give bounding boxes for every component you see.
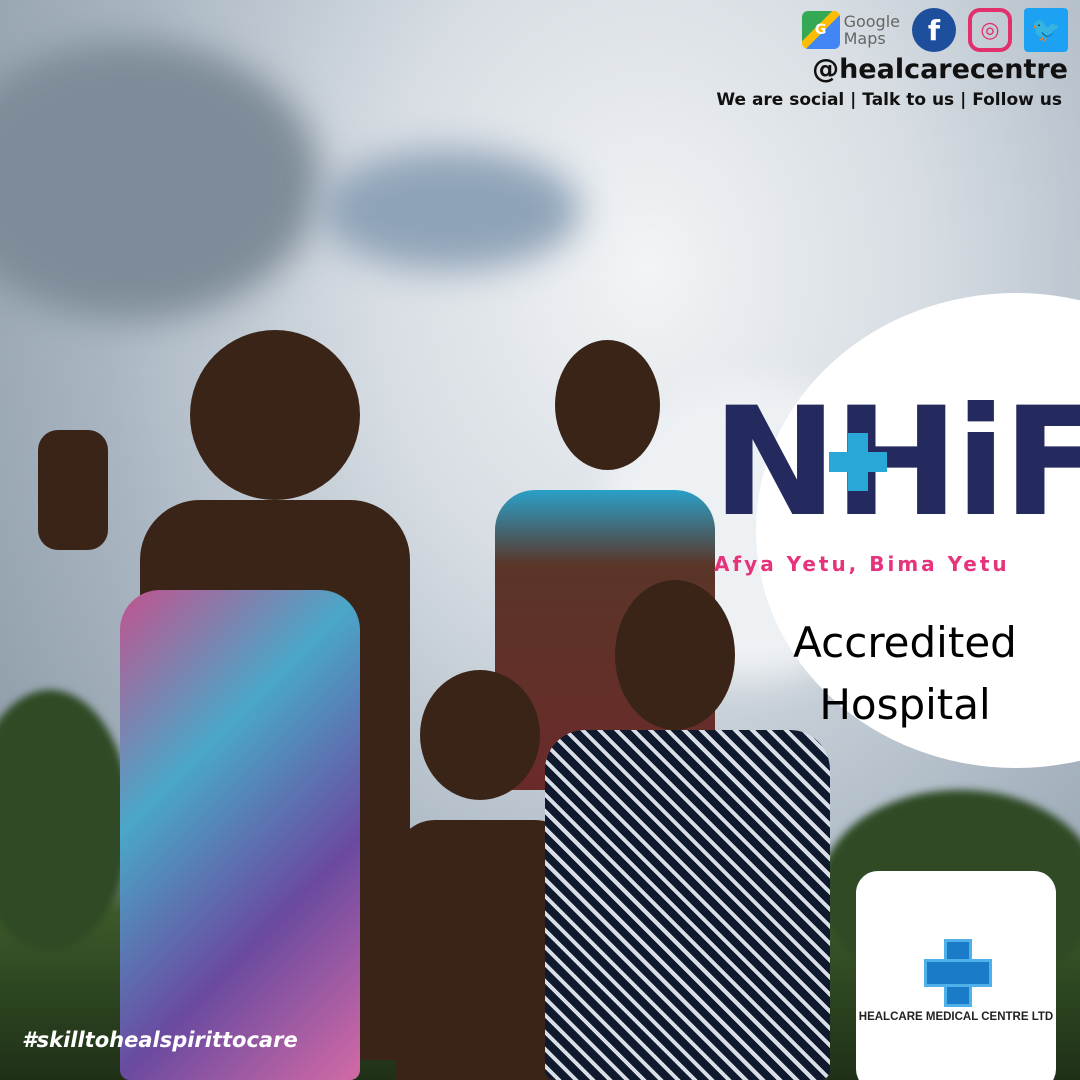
cloud — [320, 150, 580, 270]
accredited-line: Accredited — [793, 618, 1017, 667]
girl-head — [615, 580, 735, 730]
twitter-icon[interactable]: 🐦 — [1024, 8, 1068, 52]
nhif-plus-icon — [829, 433, 887, 491]
woman-wrap — [120, 590, 360, 1080]
cloud — [0, 40, 320, 320]
woman-head — [190, 330, 360, 500]
facebook-icon[interactable]: f — [912, 8, 956, 52]
instagram-icon[interactable]: ◎ — [968, 8, 1012, 52]
social-tagline: We are social | Talk to us | Follow us — [716, 90, 1062, 110]
social-bar: G Google Maps f ◎ 🐦 — [801, 8, 1068, 52]
medical-cross-icon — [924, 939, 992, 1007]
google-maps-icon: G — [801, 11, 840, 49]
nhif-logo: NHiF — [712, 376, 1080, 550]
woman-hand-phone — [38, 430, 108, 550]
poster: G Google Maps f ◎ 🐦 @healcarecentre We a… — [0, 0, 1080, 1080]
hashtag: #skilltohealspirittocare — [22, 1028, 298, 1052]
small-boy-head — [420, 670, 540, 800]
maps-label-google: Google — [843, 12, 900, 31]
boy-head — [555, 340, 660, 470]
accreditation-text: Accredited Hospital — [760, 612, 1050, 736]
clinic-name: HEALCARE MEDICAL CENTRE LTD — [858, 1011, 1054, 1023]
girl-dress — [545, 730, 830, 1080]
google-maps-link[interactable]: G Google Maps — [801, 11, 900, 49]
nhif-slogan: Afya Yetu, Bima Yetu — [714, 552, 1010, 576]
hospital-line: Hospital — [819, 680, 991, 729]
social-handle: @healcarecentre — [812, 54, 1068, 85]
clinic-logo-card: HEALCARE MEDICAL CENTRE LTD — [856, 871, 1056, 1080]
maps-label-maps: Maps — [843, 29, 886, 48]
